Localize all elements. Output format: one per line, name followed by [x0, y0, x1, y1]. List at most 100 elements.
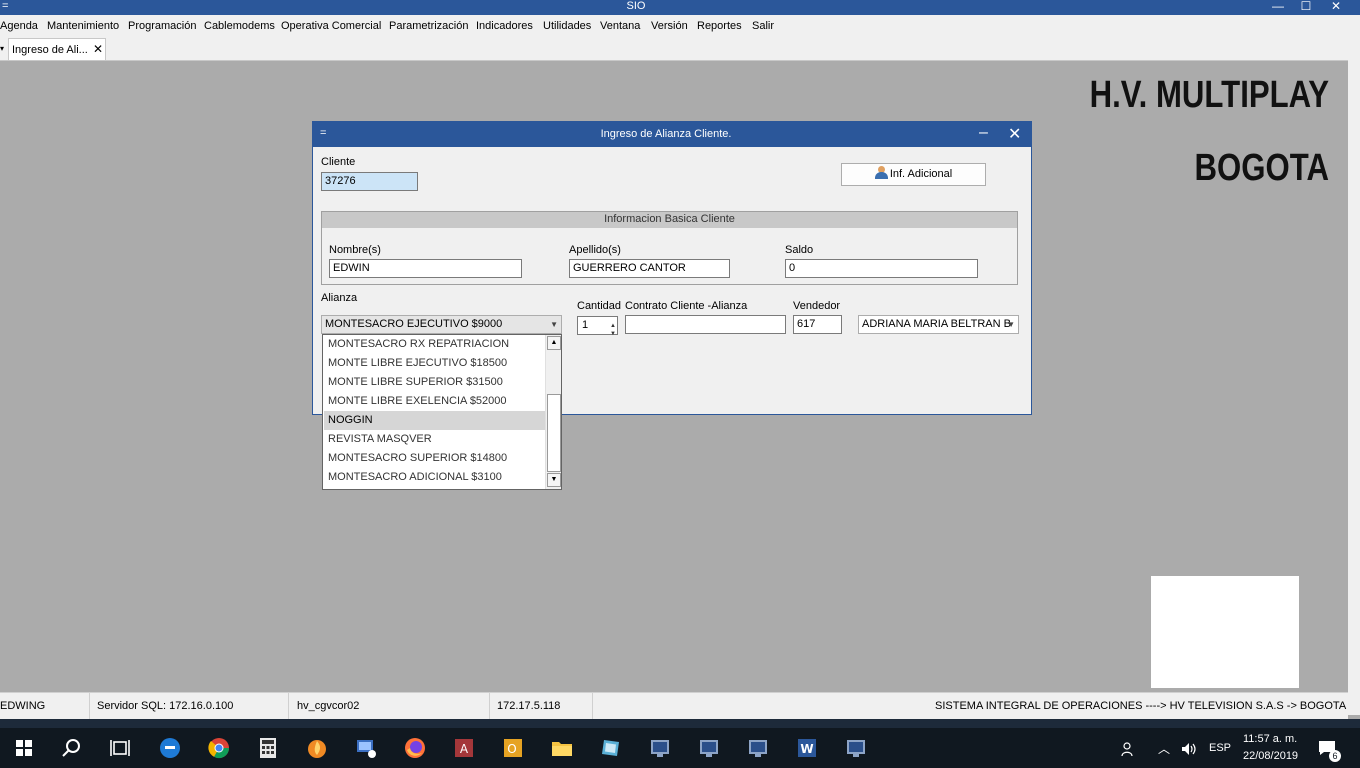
dropdown-item[interactable]: REVISTA MASQVER	[324, 430, 546, 449]
calculator-icon[interactable]	[256, 736, 280, 760]
menu-version[interactable]: Versión	[651, 20, 688, 32]
dialog-titlebar: = Ingreso de Alianza Cliente. – ✕	[313, 122, 1031, 147]
menu-ventana[interactable]: Ventana	[600, 20, 640, 32]
contrato-label: Contrato Cliente -Alianza	[625, 300, 748, 312]
outlook-icon[interactable]: O	[501, 736, 525, 760]
alianza-selected: MONTESACRO EJECUTIVO $9000	[325, 318, 503, 330]
people-icon[interactable]	[1121, 741, 1137, 757]
alianza-label: Alianza	[321, 292, 358, 304]
edge-icon[interactable]	[158, 736, 182, 760]
alianza-combo[interactable]: MONTESACRO EJECUTIVO $9000 ▼	[321, 315, 562, 334]
cantidad-value: 1	[582, 319, 589, 331]
access-icon[interactable]: A	[452, 736, 476, 760]
maximize-button[interactable]: ☐	[1296, 0, 1316, 15]
notes-app-icon[interactable]	[599, 736, 623, 760]
info-adicional-button[interactable]: Inf. Adicional	[841, 163, 986, 186]
tab-ingreso-alianza[interactable]: Ingreso de Ali... ✕	[8, 38, 106, 60]
close-button[interactable]: ✕	[1326, 0, 1346, 15]
vendedor-code-input[interactable]: 617	[793, 315, 842, 334]
menu-mantenimiento[interactable]: Mantenimiento	[47, 20, 119, 32]
minimize-button[interactable]: —	[1268, 0, 1288, 15]
menu-bar: Agenda Mantenimiento Programación Cablem…	[0, 15, 1348, 37]
vendedor-selected: ADRIANA MARIA BELTRAN B	[862, 318, 1011, 330]
tab-list-arrow-icon[interactable]: ▾	[0, 44, 4, 53]
menu-programacion[interactable]: Programación	[128, 20, 196, 32]
info-adicional-label: Inf. Adicional	[889, 168, 953, 180]
company-name: H.V. MULTIPLAY	[1089, 74, 1329, 116]
menu-indicadores[interactable]: Indicadores	[476, 20, 533, 32]
status-bar: EDWING Servidor SQL: 172.16.0.100 hv_cgv…	[0, 692, 1348, 720]
dropdown-item[interactable]: MONTE LIBRE SUPERIOR $31500	[324, 373, 546, 392]
clock-time[interactable]: 11:57 a. m.	[1243, 733, 1297, 745]
sio-app-icon[interactable]	[648, 736, 672, 760]
spin-down-icon[interactable]: ▼	[610, 326, 616, 343]
saldo-label: Saldo	[785, 244, 814, 256]
cliente-label: Cliente	[321, 156, 356, 168]
scroll-up-icon[interactable]: ▲	[547, 336, 561, 350]
contrato-input[interactable]	[625, 315, 786, 334]
dropdown-item[interactable]: MONTE LIBRE EJECUTIVO $18500	[324, 354, 546, 373]
vendedor-label: Vendedor	[793, 300, 841, 312]
window-titlebar: = SIO — ☐ ✕	[0, 0, 1360, 15]
file-explorer-icon[interactable]	[550, 736, 574, 760]
remote-desktop-icon[interactable]	[354, 736, 378, 760]
menu-operativa-comercial[interactable]: Operativa Comercial	[281, 20, 381, 32]
clock-date[interactable]: 22/08/2019	[1243, 750, 1298, 762]
dropdown-item[interactable]: MONTESACRO SUPERIOR $14800	[324, 449, 546, 468]
status-host: hv_cgvcor02	[297, 693, 490, 720]
dropdown-item-selected[interactable]: NOGGIN	[324, 411, 546, 430]
tab-label: Ingreso de Ali...	[12, 44, 88, 56]
chevron-down-icon: ▼	[550, 320, 558, 329]
volume-icon[interactable]	[1180, 741, 1198, 757]
alianza-dropdown-list: MONTESACRO RX REPATRIACION MONTE LIBRE E…	[322, 334, 562, 490]
language-indicator[interactable]: ESP	[1209, 742, 1231, 754]
right-scroll-strip	[1348, 15, 1360, 715]
apellido-input[interactable]: GUERRERO CANTOR	[569, 259, 730, 278]
menu-parametrizacion[interactable]: Parametrización	[389, 20, 468, 32]
menu-reportes[interactable]: Reportes	[697, 20, 742, 32]
tab-close-icon[interactable]: ✕	[93, 42, 103, 56]
nombre-input[interactable]: EDWIN	[329, 259, 522, 278]
menu-utilidades[interactable]: Utilidades	[543, 20, 591, 32]
sio-app-icon[interactable]	[746, 736, 770, 760]
scroll-thumb[interactable]	[547, 394, 561, 472]
dropdown-item[interactable]: MONTESACRO ADICIONAL $3100	[324, 468, 546, 487]
menu-agenda[interactable]: Agenda	[0, 20, 38, 32]
search-icon[interactable]	[60, 736, 84, 760]
word-icon[interactable]: W	[795, 736, 819, 760]
svg-text:O: O	[507, 742, 516, 756]
logo-placeholder	[1151, 576, 1299, 688]
dropdown-item[interactable]: MONTE LIBRE EXELENCIA $52000	[324, 392, 546, 411]
menu-cablemodems[interactable]: Cablemodems	[204, 20, 275, 32]
company-city: BOGOTA	[1194, 147, 1329, 189]
task-view-icon[interactable]	[108, 736, 132, 760]
apellido-label: Apellido(s)	[569, 244, 621, 256]
windows-start-icon[interactable]	[16, 740, 32, 756]
saldo-input[interactable]: 0	[785, 259, 978, 278]
chrome-icon[interactable]	[207, 736, 231, 760]
cliente-input[interactable]: 37276	[321, 172, 418, 191]
chevron-down-icon: ▼	[1007, 320, 1015, 329]
menu-salir[interactable]: Salir	[752, 20, 774, 32]
scroll-down-icon[interactable]: ▼	[547, 473, 561, 487]
svg-text:A: A	[460, 742, 469, 756]
vendedor-combo[interactable]: ADRIANA MARIA BELTRAN B ▼	[858, 315, 1019, 334]
svg-text:W: W	[800, 742, 813, 756]
status-server: Servidor SQL: 172.16.0.100	[97, 693, 289, 720]
group-title: Informacion Basica Cliente	[322, 212, 1017, 228]
mdi-tab-strip: ▾ Ingreso de Ali... ✕	[0, 37, 1348, 61]
dialog-minimize-button[interactable]: –	[979, 124, 988, 142]
sio-app-active-icon[interactable]	[844, 736, 868, 760]
flame-app-icon[interactable]	[305, 736, 329, 760]
dropdown-item[interactable]: MONTESACRO RX REPATRIACION	[324, 335, 546, 354]
notification-count-badge: 6	[1329, 750, 1341, 762]
firefox-icon[interactable]	[403, 736, 427, 760]
cantidad-stepper[interactable]: 1 ▲ ▼	[577, 316, 618, 337]
desktop-strip	[0, 719, 1360, 728]
user-icon	[874, 166, 888, 179]
status-ip: 172.17.5.118	[497, 693, 593, 720]
chevron-up-icon[interactable]: ︿	[1158, 740, 1170, 757]
dropdown-scrollbar[interactable]: ▲ ▼	[545, 335, 561, 489]
sio-app-icon[interactable]	[697, 736, 721, 760]
dialog-close-button[interactable]: ✕	[1008, 124, 1021, 144]
